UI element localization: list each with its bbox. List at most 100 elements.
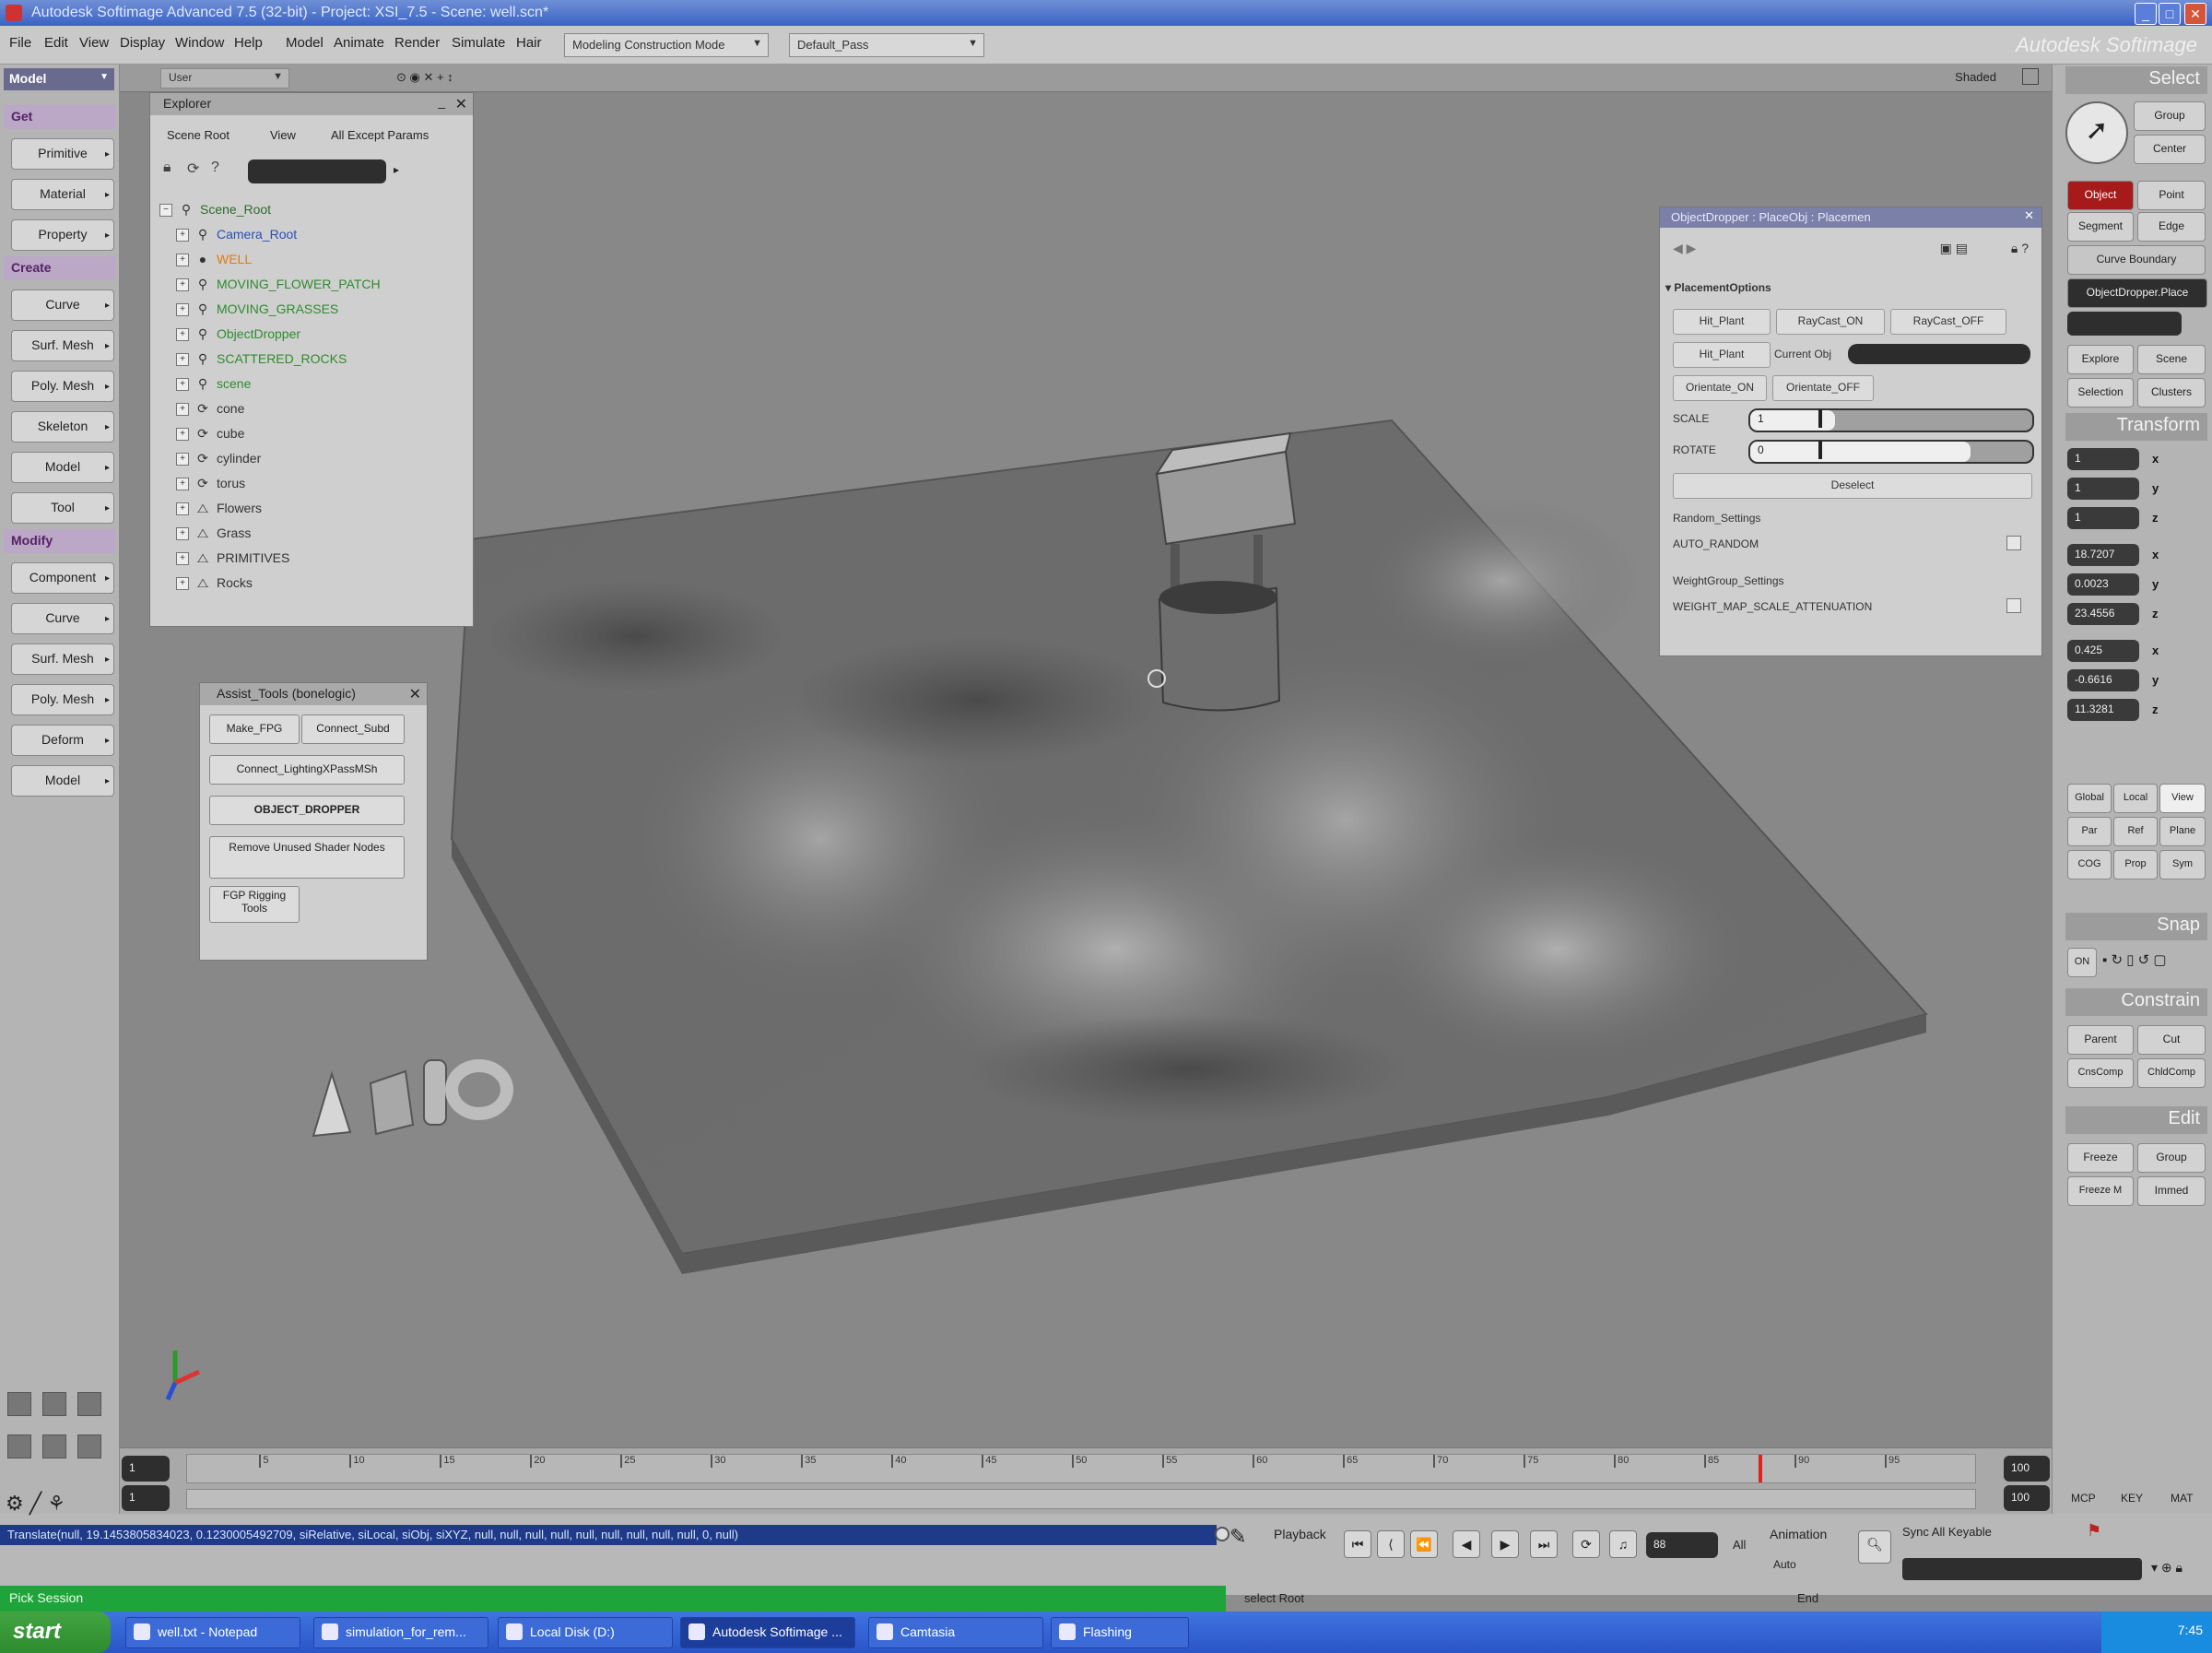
timeline-track[interactable]: 5 10 15 20 25 30 35 40 45 50 55 60 65 70 75 80 85 90 95 bbox=[186, 1454, 1976, 1483]
go-end-button[interactable]: ⏭ bbox=[1530, 1530, 1558, 1558]
end-frame-field[interactable]: 100 bbox=[2004, 1456, 2050, 1482]
expand-toggle-icon[interactable]: + bbox=[176, 278, 189, 292]
select-group-button[interactable]: Group bbox=[2134, 101, 2206, 131]
remove-unused-shader-nodes-button[interactable]: Remove Unused Shader Nodes bbox=[209, 836, 405, 879]
curve-boundary-button[interactable]: Curve Boundary bbox=[2067, 245, 2206, 275]
construction-mode-select[interactable]: Modeling Construction Mode ▼ bbox=[564, 33, 769, 57]
explore-button[interactable]: Explore bbox=[2067, 345, 2134, 374]
modify-surf-mesh-button[interactable]: Surf. Mesh ▸ bbox=[11, 643, 114, 675]
create-curve-button[interactable]: Curve ▸ bbox=[11, 289, 114, 321]
mute-icon[interactable]: ✎ bbox=[1230, 1525, 1276, 1558]
selected-object-field[interactable]: ObjectDropper.Place bbox=[2067, 278, 2207, 308]
audio-button[interactable]: ♫ bbox=[1609, 1530, 1637, 1558]
axis-label[interactable]: x bbox=[2152, 452, 2159, 466]
sym-button[interactable]: Sym bbox=[2159, 850, 2206, 880]
section-create[interactable]: Create bbox=[4, 256, 116, 280]
dropper-title-bar[interactable]: ObjectDropper : PlaceObj : Placemen ✕ bbox=[1660, 207, 2041, 228]
script-editor-icon[interactable] bbox=[1215, 1527, 1230, 1541]
taskbar-item[interactable]: Camtasia bbox=[868, 1617, 1043, 1648]
chldcomp-button[interactable]: ChldComp bbox=[2137, 1058, 2206, 1088]
random-checkbox[interactable] bbox=[2006, 536, 2021, 550]
layout-quad-icon[interactable] bbox=[77, 1392, 101, 1416]
expand-toggle-icon[interactable]: + bbox=[176, 378, 189, 392]
layout-horizontal-icon[interactable] bbox=[7, 1435, 31, 1458]
timeline-playhead[interactable] bbox=[1758, 1455, 1762, 1482]
create-model-button[interactable]: Model ▸ bbox=[11, 452, 114, 483]
expand-toggle-icon[interactable]: + bbox=[176, 453, 189, 466]
snap-header[interactable]: Snap bbox=[2065, 913, 2207, 940]
all-label[interactable]: All bbox=[1733, 1538, 1746, 1552]
snap-tools-icon[interactable]: ▪ ↻ ▯ ↺ ▢ bbox=[2102, 951, 2167, 968]
tab-mat[interactable]: MAT bbox=[2171, 1492, 2193, 1505]
search-icon[interactable]: 🔍︎ bbox=[1858, 1530, 1891, 1564]
camera-select[interactable]: User ▼ bbox=[160, 68, 289, 89]
snap-on-button[interactable]: ON bbox=[2067, 948, 2097, 977]
menu-simulate[interactable]: Simulate bbox=[452, 35, 505, 51]
tree-node[interactable]: + ⟳ cube bbox=[176, 426, 244, 448]
tree-node[interactable]: + ⚲ ObjectDropper bbox=[176, 326, 300, 348]
menu-help[interactable]: Help bbox=[234, 35, 263, 51]
modify-component-button[interactable]: Component ▸ bbox=[11, 562, 114, 594]
axis-label[interactable]: z bbox=[2152, 607, 2159, 620]
rotate-slider[interactable]: 0 bbox=[1748, 440, 2034, 464]
layout-split-icon[interactable] bbox=[42, 1392, 66, 1416]
menu-window[interactable]: Window bbox=[175, 35, 224, 51]
translate-y-field[interactable]: -0.6616 bbox=[2067, 669, 2139, 691]
rotate-slider-handle[interactable] bbox=[1818, 441, 1822, 459]
assist-title-bar[interactable]: Assist_Tools (bonelogic) ✕ bbox=[200, 683, 427, 705]
modify-model-button[interactable]: Model ▸ bbox=[11, 765, 114, 797]
layout-vertical-icon[interactable] bbox=[42, 1435, 66, 1458]
deselect-button[interactable]: Deselect bbox=[1673, 473, 2032, 499]
ref-par-button[interactable]: Par bbox=[2067, 817, 2112, 846]
freeze-m-button[interactable]: Freeze M bbox=[2067, 1176, 2134, 1206]
section-modify[interactable]: Modify bbox=[4, 529, 116, 553]
ref-plane-button[interactable]: Plane bbox=[2159, 817, 2206, 846]
tree-node[interactable]: + ⧍ Flowers bbox=[176, 501, 262, 523]
axis-label[interactable]: x bbox=[2152, 548, 2159, 561]
select-center-button[interactable]: Center bbox=[2134, 135, 2206, 164]
current-obj-field[interactable] bbox=[1848, 344, 2030, 364]
expand-toggle-icon[interactable]: + bbox=[176, 328, 189, 342]
translate-z-field[interactable]: 11.3281 bbox=[2067, 699, 2139, 721]
close-icon[interactable]: ✕ bbox=[2024, 208, 2034, 223]
menu-animate[interactable]: Animate bbox=[334, 35, 384, 51]
range-end-field[interactable]: 100 bbox=[2004, 1485, 2050, 1511]
expand-toggle-icon[interactable]: + bbox=[176, 478, 189, 491]
select-point-button[interactable]: Point bbox=[2137, 181, 2206, 210]
scale-z-field[interactable]: 1 bbox=[2067, 507, 2139, 529]
keying-set-field[interactable] bbox=[1902, 1558, 2142, 1580]
property-button[interactable]: Property ▸ bbox=[11, 219, 114, 251]
expand-toggle-icon[interactable]: + bbox=[176, 403, 189, 417]
loop-button[interactable]: ⟳ bbox=[1572, 1530, 1600, 1558]
edit-header[interactable]: Edit bbox=[2065, 1106, 2207, 1134]
translate-x-field[interactable]: 0.425 bbox=[2067, 640, 2139, 662]
key-icon[interactable]: ⚑ bbox=[2087, 1521, 2101, 1541]
tree-node[interactable]: + ⚲ MOVING_FLOWER_PATCH bbox=[176, 277, 381, 299]
create-poly-mesh-button[interactable]: Poly. Mesh ▸ bbox=[11, 371, 114, 402]
script-command-line[interactable]: Translate(null, 19.1453805834023, 0.1230… bbox=[0, 1525, 1217, 1545]
expand-toggle-icon[interactable]: + bbox=[176, 303, 189, 317]
tree-node[interactable]: + ⟳ torus bbox=[176, 476, 245, 498]
tree-node[interactable]: + ⚲ SCATTERED_ROCKS bbox=[176, 351, 347, 373]
select-edge-button[interactable]: Edge bbox=[2137, 212, 2206, 242]
help-icon[interactable]: ? bbox=[211, 159, 219, 176]
tree-node[interactable]: − ⚲ Scene_Root bbox=[159, 202, 271, 224]
hit-plant-button[interactable]: Hit_Plant bbox=[1673, 309, 1771, 335]
axis-label[interactable]: x bbox=[2152, 643, 2159, 657]
tree-node[interactable]: + ⚲ Camera_Root bbox=[176, 227, 297, 249]
connect-subd-button[interactable]: Connect_Subd bbox=[301, 714, 405, 744]
make-fpg-button[interactable]: Make_FPG bbox=[209, 714, 300, 744]
transform-header[interactable]: Transform bbox=[2065, 413, 2207, 441]
section-get[interactable]: Get bbox=[4, 105, 116, 129]
ref-global-button[interactable]: Global bbox=[2067, 784, 2112, 813]
menu-display[interactable]: Display bbox=[120, 35, 165, 51]
fgp-rigging-tools-button[interactable]: FGP Rigging Tools bbox=[209, 886, 300, 923]
group-button[interactable]: Group bbox=[2137, 1143, 2206, 1173]
explorer-view-menu[interactable]: View bbox=[270, 128, 296, 142]
taskbar-item[interactable]: simulation_for_rem... bbox=[313, 1617, 488, 1648]
prev-key-button[interactable]: ⟨ bbox=[1377, 1530, 1405, 1558]
weight-checkbox[interactable] bbox=[2006, 598, 2021, 613]
menu-render[interactable]: Render bbox=[394, 35, 440, 51]
tree-node[interactable]: + ⧍ Grass bbox=[176, 525, 251, 548]
playback-label[interactable]: Playback bbox=[1274, 1527, 1326, 1541]
